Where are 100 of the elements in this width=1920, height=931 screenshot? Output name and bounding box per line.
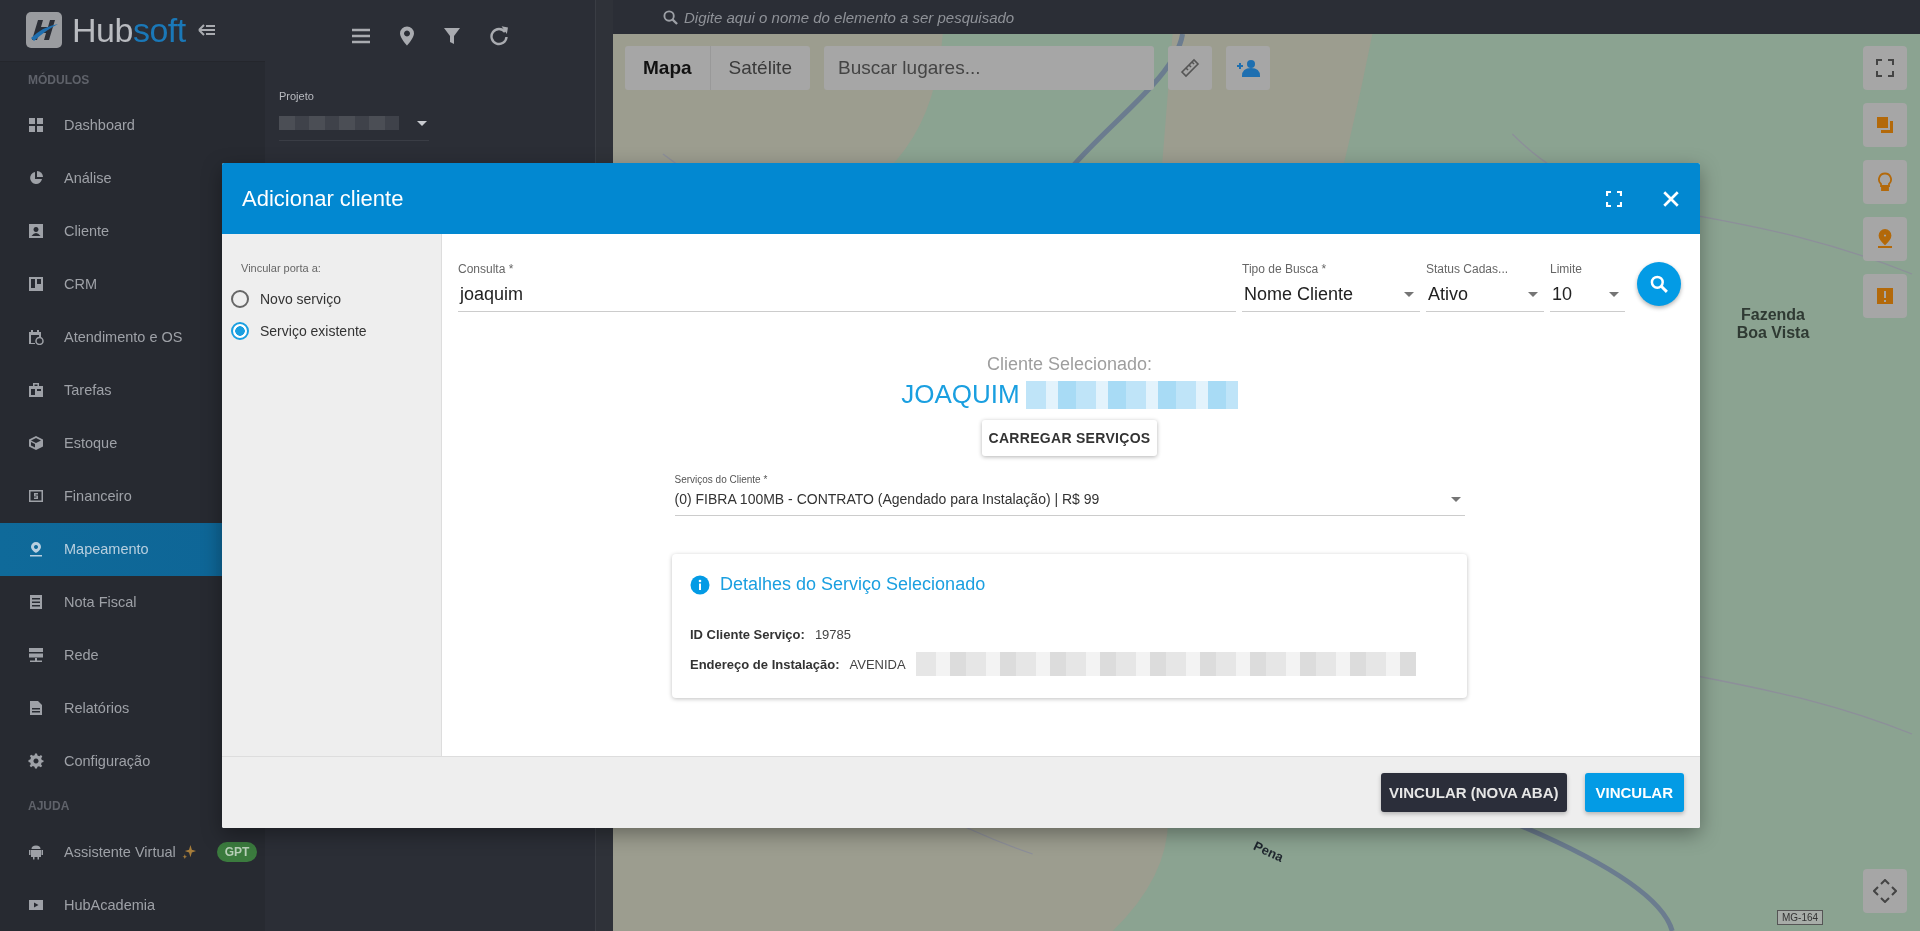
place-label: Fazenda Boa Vista [1735, 306, 1811, 342]
fullscreen-icon [1606, 190, 1622, 207]
radio-option[interactable]: Novo serviço [231, 290, 441, 308]
close-icon [1662, 189, 1680, 208]
ruler-button[interactable] [1167, 46, 1212, 90]
android-icon [28, 843, 44, 860]
link-heading: Vincular porta a: [240, 262, 322, 274]
fullscreen-button[interactable] [1606, 190, 1622, 207]
nav-item[interactable]: HubAcademia [0, 878, 265, 931]
project-label: Projeto [279, 90, 315, 102]
cash-icon [28, 488, 44, 505]
ruler-icon [1179, 58, 1200, 78]
add-person-button[interactable] [1225, 46, 1270, 90]
add-person-icon [1235, 59, 1260, 77]
pie-icon [28, 170, 44, 187]
nav-item[interactable]: Financeiro [0, 469, 265, 523]
nav-label: CRM [64, 276, 98, 293]
location-pin-icon [1877, 229, 1893, 249]
road-label: Pena [1251, 838, 1286, 865]
caret-icon [417, 120, 427, 126]
map-type-tab[interactable]: Mapa [625, 46, 711, 90]
nav-label: Cliente [64, 223, 110, 240]
location-pin-icon[interactable] [399, 26, 415, 46]
refresh-icon[interactable] [489, 26, 509, 46]
nav-label: Dashboard [64, 117, 135, 134]
doc-icon [28, 594, 44, 611]
contact-icon [28, 223, 44, 240]
caret-icon [1528, 292, 1538, 297]
element-search-field[interactable]: Digite aqui o nome do elemento a ser pesquisado [682, 7, 1186, 27]
cube-icon [28, 435, 44, 452]
nav-item[interactable]: Estoque [0, 416, 265, 470]
nav-label: Análise [64, 170, 112, 187]
nav-label: Tarefas [64, 382, 112, 399]
section-heading: AJUDA [27, 798, 71, 816]
dialog-title: Adicionar cliente [242, 185, 405, 212]
map-type-tab[interactable]: Satélite [710, 46, 810, 90]
detail-label: ID Cliente Serviço: [690, 627, 805, 642]
logo-icon [26, 12, 62, 49]
collapse-icon[interactable] [197, 23, 216, 38]
search-icon [663, 9, 678, 25]
input-field[interactable]: Consulta * joaquim [458, 262, 1236, 312]
location-button[interactable] [1863, 217, 1907, 261]
nav-item[interactable]: Configuração [0, 734, 265, 788]
select-field[interactable]: Status Cadas... Ativo [1426, 262, 1544, 312]
detail-label: Endereço de Instalação: [690, 656, 840, 672]
load-services-button[interactable]: CARREGAR SERVIÇOS [981, 420, 1158, 456]
board-icon [28, 276, 44, 293]
detail-value: 19785 [814, 627, 852, 642]
brand-logo-text: Hubsoft [72, 10, 186, 50]
alert-button[interactable] [1863, 274, 1907, 318]
link-button[interactable]: VINCULAR (NOVA ABA) [1381, 773, 1567, 812]
caret-icon [1609, 292, 1619, 297]
radio-option[interactable]: Serviço existente [231, 322, 441, 340]
pin-icon [28, 541, 44, 558]
nav-item[interactable]: Tarefas [0, 363, 265, 417]
section-heading: MÓDULOS [27, 71, 91, 90]
fullscreen-icon [1876, 59, 1894, 77]
nav-label: Assistente Virtual [64, 843, 176, 860]
nav-item[interactable]: Relatórios [0, 681, 265, 735]
sparkle-icon [181, 844, 197, 859]
services-select[interactable]: Serviços do Cliente * (0) FIBRA 100MB - CONTRATO (Agendado para Instalação) | R$ 99 [674, 474, 1465, 516]
places-search-field[interactable]: Buscar lugares... [823, 46, 1154, 90]
nav-label: Estoque [64, 435, 118, 452]
link-button[interactable]: VINCULAR [1584, 773, 1684, 812]
radio-button[interactable] [231, 290, 249, 308]
nav-label: Financeiro [64, 488, 132, 505]
grid-icon [28, 117, 44, 134]
nav-label: Atendimento e OS [64, 329, 183, 346]
nav-item[interactable]: Rede [0, 628, 265, 682]
selected-client-heading: Cliente Selecionado: [986, 354, 1153, 375]
info-icon [690, 574, 710, 595]
lightbulb-button[interactable] [1863, 160, 1907, 204]
caret-icon [1450, 496, 1461, 502]
search-icon [1650, 275, 1668, 293]
nav-item[interactable]: Dashboard [0, 98, 265, 152]
select-field[interactable]: Limite 10 [1550, 262, 1625, 312]
select-field[interactable]: Tipo de Busca * Nome Cliente [1242, 262, 1420, 312]
file-icon [28, 700, 44, 717]
nav-item[interactable]: Nota Fiscal [0, 575, 265, 629]
client-name: JOAQUIM [901, 379, 1020, 410]
search-button[interactable] [1637, 262, 1681, 306]
alert-icon [1876, 287, 1894, 305]
move-arrows-icon [1873, 879, 1897, 903]
menu-icon[interactable] [351, 28, 371, 44]
detail-value: AVENIDA [849, 656, 906, 672]
briefcase-icon [28, 382, 44, 399]
nav-item[interactable]: Assistente Virtual GPT [0, 825, 265, 878]
caret-icon [1404, 292, 1414, 297]
filter-icon[interactable] [443, 27, 461, 45]
fullscreen-button[interactable] [1863, 46, 1907, 90]
nav-label: Configuração [64, 753, 151, 770]
details-title: Detalhes do Serviço Selecionado [720, 574, 986, 595]
gear-icon [28, 753, 44, 770]
layers-button[interactable] [1863, 103, 1907, 147]
nav-label: Mapeamento [64, 541, 149, 558]
radio-button[interactable] [231, 322, 249, 340]
pan-control-button[interactable] [1863, 869, 1907, 913]
nav-label: Relatórios [64, 700, 130, 717]
nav-label: Rede [64, 647, 99, 664]
close-button[interactable] [1662, 189, 1680, 208]
